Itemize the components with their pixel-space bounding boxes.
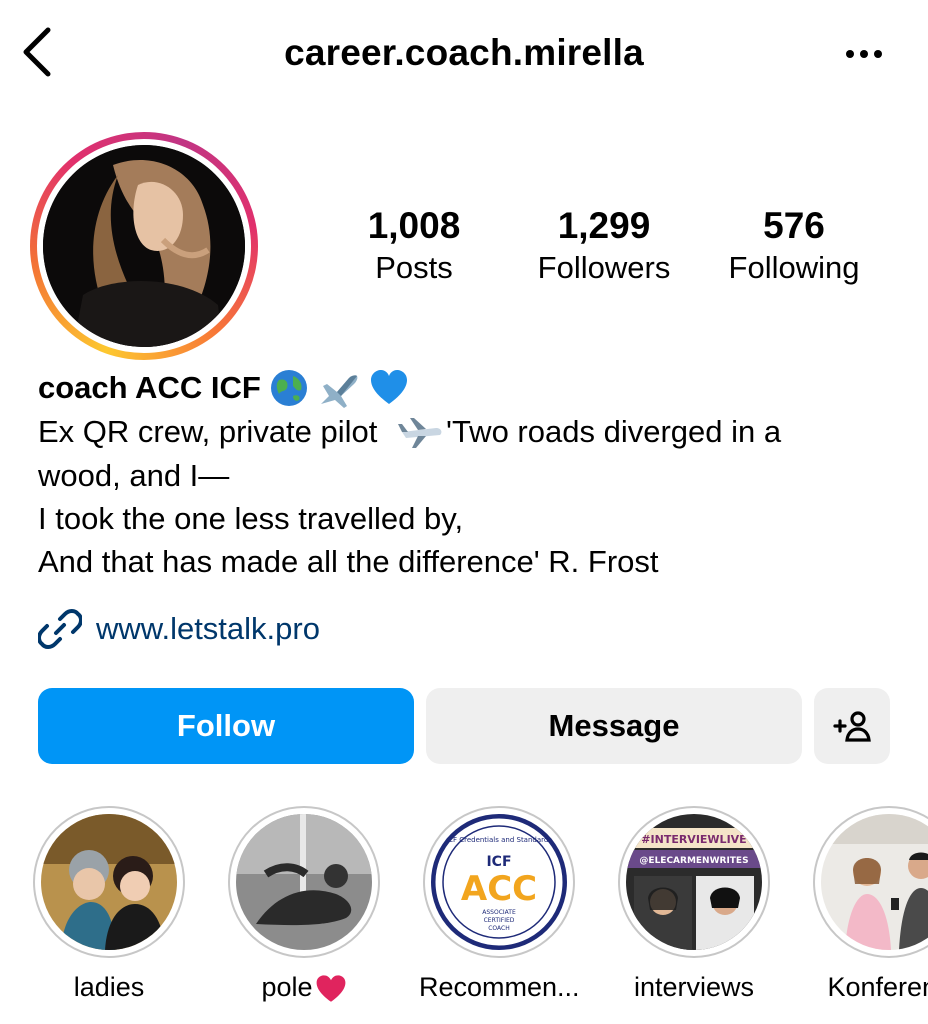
highlight-recommendations[interactable]: ICF Credentials and Standards ICF ACC AS… (419, 806, 580, 1003)
highlight-label: interviews (633, 972, 755, 1002)
highlight-konferenc[interactable]: Konferenc (809, 806, 928, 1003)
stat-following[interactable]: 576 Following (704, 204, 884, 288)
story-ring[interactable] (30, 132, 258, 360)
interview-tag-2: @ELECARMENWRITES (639, 856, 748, 866)
top-bar: career.coach.mirella (0, 0, 928, 110)
acc-badge-top-text: ICF Credentials and Standards (446, 836, 552, 844)
acc-badge-sub1: ASSOCIATE (482, 909, 516, 916)
link-icon (38, 609, 82, 649)
stat-value: 1,299 (557, 205, 651, 246)
bio-line: I took the one less travelled by, (38, 500, 464, 536)
stat-value: 1,008 (367, 205, 461, 246)
highlight-label: Konferenc (827, 972, 928, 1002)
highlight-ladies[interactable]: ladies (29, 806, 189, 1003)
stat-followers[interactable]: 1,299 Followers (514, 204, 694, 288)
more-options-button[interactable] (844, 36, 884, 72)
small-airplane-icon (398, 417, 442, 448)
bio-text: Ex QR crew, private pilot (38, 414, 378, 449)
highlight-label: ladies (73, 972, 145, 1002)
bio-line: wood, and I— (38, 457, 230, 493)
message-button[interactable]: Message (426, 688, 802, 764)
bio-line: And that has made all the difference' R.… (38, 543, 659, 579)
highlight-pole[interactable]: pole (224, 806, 384, 1004)
profile-page: career.coach.mirella 1,008 Posts 1,299 F… (0, 0, 928, 1024)
airplane-icon (320, 375, 358, 408)
add-person-icon (833, 711, 871, 742)
stat-posts[interactable]: 1,008 Posts (324, 204, 504, 288)
bio-name-row: coach ACC ICF (38, 366, 918, 410)
suggest-people-button[interactable] (814, 688, 890, 764)
highlight-interviews[interactable]: #INTERVIEWLIVE @ELECARMENWRITES intervie… (614, 806, 774, 1003)
globe-icon (270, 370, 307, 406)
stat-label: Posts (375, 250, 453, 285)
highlight-cover: #INTERVIEWLIVE @ELECARMENWRITES (626, 814, 762, 950)
bio-section: coach ACC ICF Ex QR crew, private pilot (38, 366, 918, 583)
blue-heart-icon (370, 370, 407, 404)
bio-text: 'Two roads diverged in a (446, 414, 782, 449)
red-heart-icon (316, 975, 345, 1002)
interview-tag-1: #INTERVIEWLIVE (641, 833, 746, 846)
highlight-cover (41, 814, 177, 950)
highlight-label: pole (224, 972, 384, 1004)
highlight-label: Recommen... (419, 972, 580, 1002)
bio-link[interactable]: www.letstalk.pro (38, 606, 320, 652)
profile-username: career.coach.mirella (284, 32, 644, 73)
acc-badge-title: ACC (461, 869, 537, 909)
avatar (43, 145, 245, 347)
stat-label: Followers (537, 250, 671, 285)
acc-badge-brand: ICF (486, 854, 511, 870)
bio-display-name: coach ACC ICF (38, 370, 261, 405)
acc-badge-sub3: COACH (488, 925, 510, 932)
link-text: www.letstalk.pro (96, 611, 320, 646)
highlight-label-text: pole (261, 972, 313, 1002)
more-dots-icon (846, 50, 882, 58)
follow-button[interactable]: Follow (38, 688, 414, 764)
highlight-cover (821, 814, 928, 950)
bio-line: Ex QR crew, private pilot 'Two roads div… (38, 410, 918, 454)
highlight-cover: ICF Credentials and Standards ICF ACC AS… (431, 814, 567, 950)
highlight-cover (236, 814, 372, 950)
acc-badge-sub2: CERTIFIED (484, 917, 515, 924)
stat-label: Following (728, 250, 860, 285)
stat-value: 576 (763, 205, 825, 246)
